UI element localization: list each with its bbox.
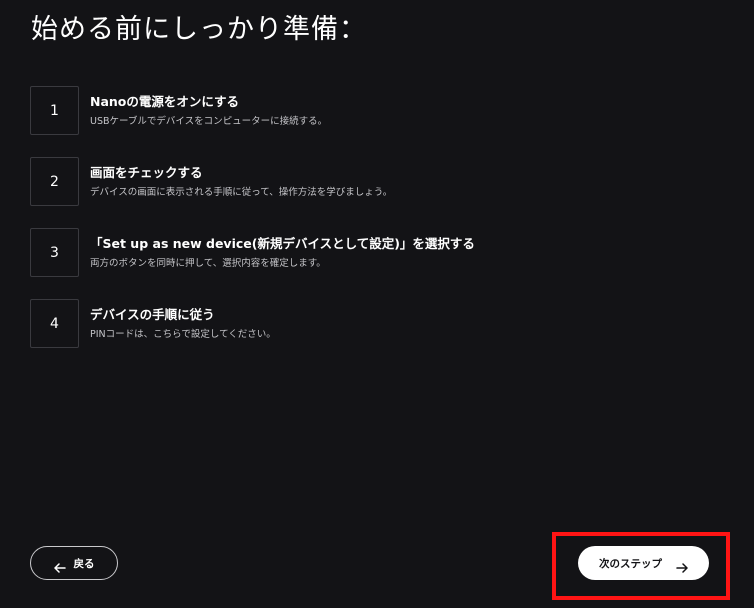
next-step-button-label: 次のステップ bbox=[599, 557, 662, 570]
arrow-left-icon bbox=[53, 558, 66, 573]
step-number: 4 bbox=[30, 299, 79, 348]
step-number: 3 bbox=[30, 228, 79, 277]
step-number: 2 bbox=[30, 157, 79, 206]
step-title: 「Set up as new device(新規デバイスとして設定)」を選択する bbox=[90, 236, 475, 251]
step-item-2: 2 画面をチェックする デバイスの画面に表示される手順に従って、操作方法を学びま… bbox=[30, 157, 730, 209]
step-title: Nanoの電源をオンにする bbox=[90, 94, 240, 109]
arrow-right-icon bbox=[676, 558, 688, 573]
step-item-3: 3 「Set up as new device(新規デバイスとして設定)」を選択… bbox=[30, 228, 730, 280]
step-item-1: 1 Nanoの電源をオンにする USBケーブルでデバイスをコンピューターに接続す… bbox=[30, 86, 730, 138]
step-description: PINコードは、こちらで設定してください。 bbox=[90, 329, 276, 340]
next-step-button[interactable]: 次のステップ bbox=[578, 546, 709, 580]
step-description: 両方のボタンを同時に押して、選択内容を確定します。 bbox=[90, 258, 326, 269]
page-title: 始める前にしっかり準備： bbox=[31, 14, 367, 45]
step-title: 画面をチェックする bbox=[90, 165, 203, 180]
step-description: デバイスの画面に表示される手順に従って、操作方法を学びましょう。 bbox=[90, 187, 393, 198]
back-button[interactable]: 戻る bbox=[30, 546, 118, 580]
step-description: USBケーブルでデバイスをコンピューターに接続する。 bbox=[90, 116, 328, 127]
step-number: 1 bbox=[30, 86, 79, 135]
step-item-4: 4 デバイスの手順に従う PINコードは、こちらで設定してください。 bbox=[30, 299, 730, 351]
back-button-label: 戻る bbox=[73, 557, 95, 570]
step-title: デバイスの手順に従う bbox=[90, 307, 215, 322]
